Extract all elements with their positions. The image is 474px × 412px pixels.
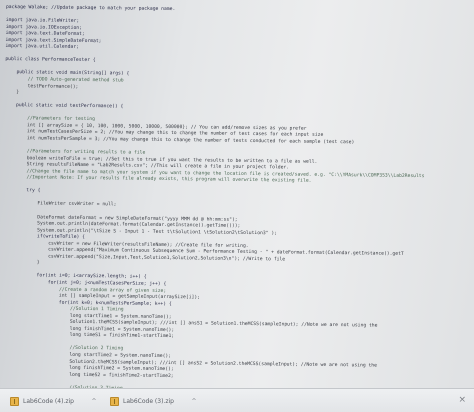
- download-item-lab6code-3[interactable]: Lab6Code (3).zip ^: [106, 392, 202, 410]
- zip-file-icon: [110, 396, 119, 406]
- screen: package Walake; //Update package to matc…: [0, 0, 474, 412]
- code-text-area[interactable]: package Walake; //Update package to matc…: [1, 5, 426, 388]
- downloads-bar: Lab6Code (4).zip ^ Lab6Code (3).zip ^ ×: [0, 388, 474, 412]
- close-icon[interactable]: ×: [458, 395, 466, 405]
- download-filename: Lab6Code (3).zip: [123, 397, 174, 405]
- code-editor[interactable]: package Walake; //Update package to matc…: [0, 0, 474, 388]
- chevron-up-icon[interactable]: ^: [90, 398, 98, 405]
- zip-file-icon: [10, 396, 19, 406]
- download-filename: Lab6Code (4).zip: [23, 397, 74, 405]
- download-item-lab6code-4[interactable]: Lab6Code (4).zip ^: [6, 392, 102, 410]
- chevron-up-icon[interactable]: ^: [190, 398, 198, 405]
